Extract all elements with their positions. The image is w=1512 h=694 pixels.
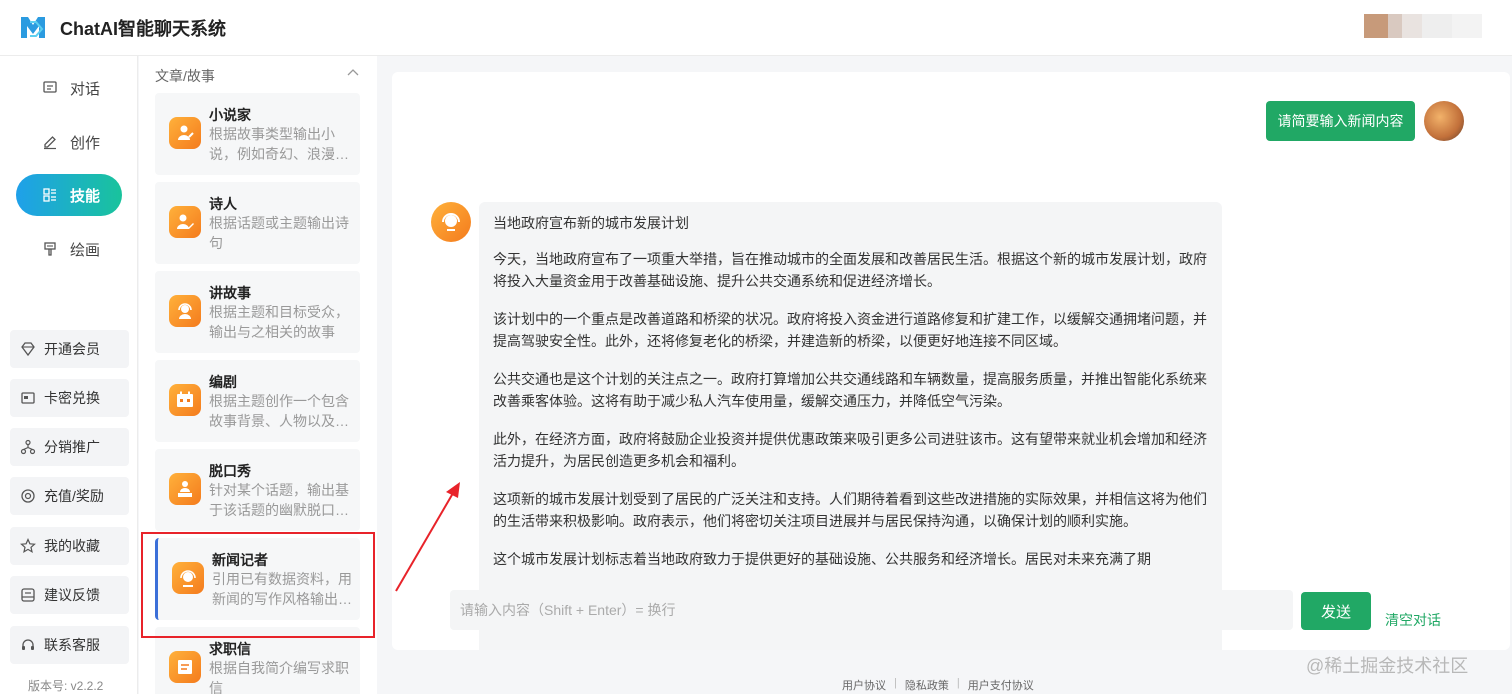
skill-title: 脱口秀	[209, 463, 251, 479]
skill-card-storyteller[interactable]: 讲故事 根据主题和目标受众，输出与之相关的故事	[155, 271, 360, 353]
skill-desc: 根据自我简介编写求职信	[209, 660, 349, 694]
nav-item-draw[interactable]: 绘画	[16, 228, 122, 270]
feedback-icon	[20, 587, 36, 603]
cover-letter-icon	[169, 651, 201, 683]
bot-paragraph: 公共交通也是这个计划的关注点之一。政府打算增加公共交通线路和车辆数量，提高服务质…	[493, 371, 1207, 409]
skill-desc: 根据话题或主题输出诗句	[209, 215, 349, 251]
recharge-button[interactable]: 充值/奖励	[10, 477, 129, 515]
nav-label: 对话	[70, 80, 101, 98]
chat-icon	[42, 80, 58, 96]
favorites-button[interactable]: 我的收藏	[10, 527, 129, 565]
nav-item-chat[interactable]: 对话	[16, 67, 122, 109]
brush-icon	[42, 241, 58, 257]
bot-paragraph: 今天，当地政府宣布了一项重大举措，旨在推动城市的全面发展和改善居民生活。根据这个…	[493, 251, 1207, 289]
side-button-label: 开通会员	[44, 341, 100, 357]
skill-title: 小说家	[209, 107, 251, 123]
distribution-button[interactable]: 分销推广	[10, 428, 129, 466]
skill-title: 诗人	[209, 196, 237, 212]
payment-agreement-link[interactable]: 用户支付协议	[968, 677, 1034, 693]
bot-paragraph: 这项新的城市发展计划受到了居民的广泛关注和支持。人们期待着看到这些改进措施的实际…	[493, 491, 1207, 529]
side-button-label: 我的收藏	[44, 538, 100, 554]
category-title: 文章/故事	[155, 68, 215, 84]
skill-desc: 根据主题和目标受众，输出与之相关的故事	[209, 304, 349, 340]
user-message: 请简要输入新闻内容	[1266, 101, 1415, 141]
bot-paragraph: 此外，在经济方面，政府将鼓励企业投资并提供优惠政策来吸引更多公司进驻该市。这有望…	[493, 431, 1207, 469]
privacy-policy-link[interactable]: 隐私政策	[905, 677, 949, 693]
user-avatar[interactable]	[1364, 14, 1482, 38]
bot-paragraph: 当地政府宣布新的城市发展计划	[493, 215, 689, 231]
nav-label: 创作	[70, 134, 101, 152]
skill-card-talkshow[interactable]: 脱口秀 针对某个话题，输出基于该话题的幽默脱口…	[155, 449, 360, 531]
side-button-label: 分销推广	[44, 439, 100, 455]
footer-links: 用户协议 | 隐私政策 | 用户支付协议	[842, 677, 1034, 693]
skill-card-novelist[interactable]: 小说家 根据故事类型输出小说，例如奇幻、浪漫…	[155, 93, 360, 175]
send-button[interactable]: 发送	[1301, 592, 1371, 630]
feedback-button[interactable]: 建议反馈	[10, 576, 129, 614]
storyteller-icon	[169, 295, 201, 327]
skill-card-screenwriter[interactable]: 编剧 根据主题创作一个包含故事背景、人物以及…	[155, 360, 360, 442]
nav-item-skills[interactable]: 技能	[16, 174, 122, 216]
skill-card-poet[interactable]: 诗人 根据话题或主题输出诗句	[155, 182, 360, 264]
nav-item-create[interactable]: 创作	[16, 121, 122, 163]
skill-title: 编剧	[209, 374, 237, 390]
logo-icon	[21, 17, 45, 38]
skill-title: 讲故事	[209, 285, 251, 301]
annotation-arrow	[395, 482, 460, 592]
skills-icon	[42, 187, 58, 203]
pen-icon	[42, 134, 58, 150]
watermark: @稀土掘金技术社区	[1306, 656, 1469, 676]
chat-panel: 请简要输入新闻内容 当地政府宣布新的城市发展计划 今天，当地政府宣布了一项重大举…	[392, 72, 1510, 650]
chat-input[interactable]	[450, 590, 1293, 630]
app-title: ChatAI智能聊天系统	[60, 19, 226, 39]
highlight-box	[141, 532, 375, 638]
skill-desc: 根据故事类型输出小说，例如奇幻、浪漫…	[209, 126, 349, 162]
user-avatar-chat	[1424, 101, 1464, 141]
side-button-label: 充值/奖励	[44, 488, 104, 504]
bot-paragraph: 该计划中的一个重点是改善道路和桥梁的状况。政府将投入资金进行道路修复和扩建工作，…	[493, 311, 1207, 349]
diamond-icon	[20, 341, 36, 357]
talkshow-icon	[169, 473, 201, 505]
star-icon	[20, 538, 36, 554]
customer-service-button[interactable]: 联系客服	[10, 626, 129, 664]
poet-icon	[169, 206, 201, 238]
skill-title: 求职信	[209, 641, 251, 657]
redeem-card-button[interactable]: 卡密兑换	[10, 379, 129, 417]
card-icon	[20, 390, 36, 406]
coin-icon	[20, 488, 36, 504]
left-nav: 对话 创作 技能 绘画 开通会员 卡密兑换 分销推广 充值/奖励 我的收藏 建议…	[0, 56, 138, 694]
footer-separator: |	[894, 677, 897, 689]
skill-desc: 针对某个话题，输出基于该话题的幽默脱口…	[209, 482, 349, 518]
screenwriter-icon	[169, 384, 201, 416]
nav-label: 绘画	[70, 241, 101, 259]
bot-message: 当地政府宣布新的城市发展计划 今天，当地政府宣布了一项重大举措，旨在推动城市的全…	[479, 202, 1222, 650]
clear-chat-link[interactable]: 清空对话	[1385, 610, 1441, 630]
share-icon	[20, 439, 36, 455]
novelist-icon	[169, 117, 201, 149]
side-button-label: 卡密兑换	[44, 390, 100, 406]
nav-label: 技能	[70, 187, 101, 205]
user-agreement-link[interactable]: 用户协议	[842, 677, 886, 693]
bot-avatar-icon	[431, 202, 471, 242]
side-button-label: 建议反馈	[44, 587, 100, 603]
version-label: 版本号: v2.2.2	[28, 679, 104, 693]
bot-paragraph: 这个城市发展计划标志着当地政府致力于提供更好的基础设施、公共服务和经济增长。居民…	[493, 551, 1151, 567]
skill-desc: 根据主题创作一个包含故事背景、人物以及…	[209, 393, 349, 429]
headset-icon	[20, 637, 36, 653]
vip-button[interactable]: 开通会员	[10, 330, 129, 368]
top-header: ChatAI智能聊天系统	[0, 0, 1512, 56]
footer-separator: |	[956, 677, 960, 689]
side-button-label: 联系客服	[44, 637, 100, 653]
chevron-up-icon[interactable]	[346, 66, 360, 80]
